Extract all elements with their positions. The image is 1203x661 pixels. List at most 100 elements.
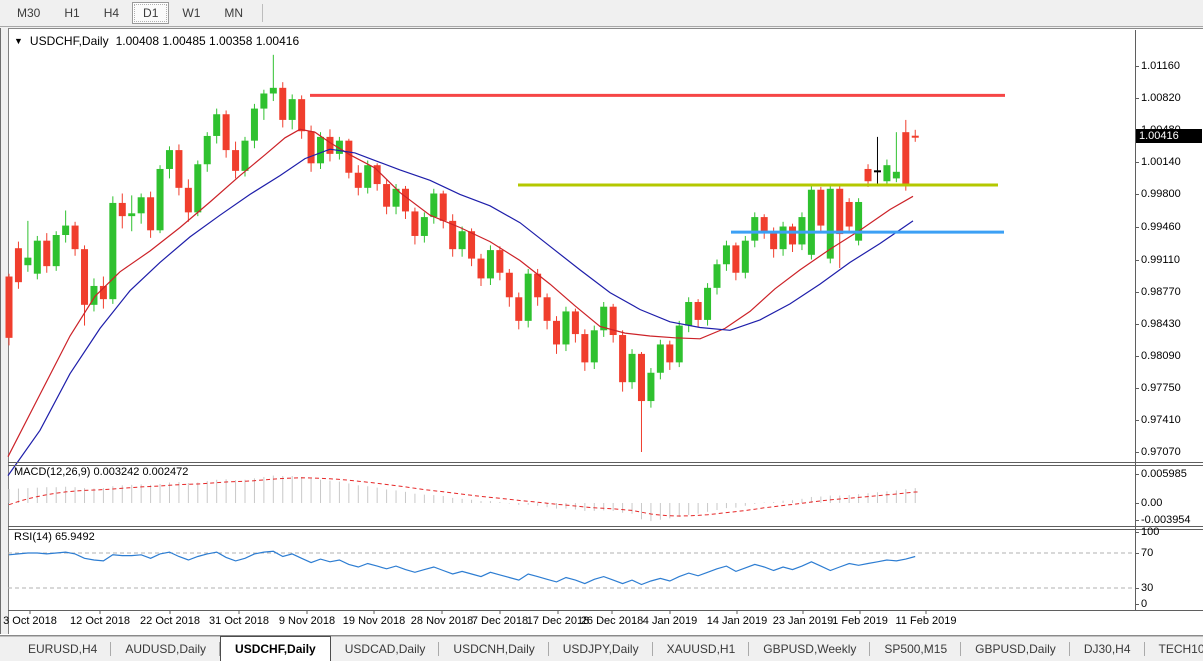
period-button-mn[interactable]: MN bbox=[213, 2, 254, 24]
candle-body bbox=[629, 354, 636, 382]
candle-body bbox=[846, 202, 853, 227]
price-axis-tick bbox=[1135, 162, 1139, 163]
candle-body bbox=[355, 173, 362, 188]
chart-tab-audusd-daily[interactable]: AUDUSD,Daily bbox=[111, 637, 220, 661]
date-axis-label: 23 Jan 2019 bbox=[773, 615, 834, 627]
candle-body bbox=[572, 311, 579, 334]
chart-tab-eurusd-h4[interactable]: EURUSD,H4 bbox=[14, 637, 111, 661]
pane-divider[interactable] bbox=[8, 529, 1203, 530]
time-axis-tick bbox=[737, 610, 738, 614]
candle-body bbox=[732, 245, 739, 272]
chart-tab-usdjpy-daily[interactable]: USDJPY,Daily bbox=[549, 637, 653, 661]
time-axis-tick bbox=[30, 610, 31, 614]
candle-body bbox=[666, 344, 673, 362]
candle-body bbox=[893, 172, 900, 179]
candle-body bbox=[15, 248, 22, 282]
candle-body bbox=[298, 99, 305, 131]
chart-tab-gbpusd-daily[interactable]: GBPUSD,Daily bbox=[961, 637, 1070, 661]
price-axis-label: 1.00820 bbox=[1141, 92, 1181, 104]
chart-tab-xauusd-h1[interactable]: XAUUSD,H1 bbox=[653, 637, 750, 661]
price-axis-tick bbox=[1135, 98, 1139, 99]
chart-tab-tech100-h1[interactable]: TECH100,H1 bbox=[1145, 637, 1203, 661]
date-axis-label: 11 Feb 2019 bbox=[896, 615, 957, 627]
candle-body bbox=[53, 235, 60, 266]
time-axis-tick bbox=[558, 610, 559, 614]
candles bbox=[6, 55, 919, 452]
date-axis-label: 28 Nov 2018 bbox=[411, 615, 473, 627]
period-button-h4[interactable]: H4 bbox=[93, 2, 130, 24]
chart-tab-dj30-h4[interactable]: DJ30,H4 bbox=[1070, 637, 1145, 661]
candle-body bbox=[562, 311, 569, 344]
candle-body bbox=[430, 193, 437, 217]
pane-divider[interactable] bbox=[8, 462, 1203, 463]
rsi-axis-tick bbox=[1135, 532, 1139, 533]
chart-tab-usdcnh-daily[interactable]: USDCNH,Daily bbox=[439, 637, 548, 661]
chart-tab-sp500-m15[interactable]: SP500,M15 bbox=[870, 637, 961, 661]
time-axis-tick bbox=[100, 610, 101, 614]
candle-body bbox=[817, 190, 824, 226]
candle-body bbox=[279, 88, 286, 120]
chart-tab-usdcad-daily[interactable]: USDCAD,Daily bbox=[331, 637, 440, 661]
price-axis-label: 0.99460 bbox=[1141, 221, 1181, 233]
time-axis-tick bbox=[860, 610, 861, 614]
candle-body bbox=[260, 93, 267, 108]
candle-body bbox=[223, 114, 230, 150]
rsi-axis-tick bbox=[1135, 588, 1139, 589]
time-axis-tick bbox=[926, 610, 927, 614]
candle-body bbox=[6, 277, 13, 338]
period-button-h1[interactable]: H1 bbox=[53, 2, 90, 24]
macd-axis-tick bbox=[1135, 520, 1139, 521]
rsi-pane[interactable] bbox=[8, 530, 1135, 609]
price-axis-label: 1.01160 bbox=[1141, 60, 1180, 72]
price-axis-label: 0.99110 bbox=[1141, 254, 1180, 266]
candle-body bbox=[544, 297, 551, 321]
rsi-axis-tick bbox=[1135, 553, 1139, 554]
macd-label: MACD(12,26,9) 0.003242 0.002472 bbox=[14, 466, 188, 478]
candle-body bbox=[657, 344, 664, 372]
price-axis-tick bbox=[1135, 194, 1139, 195]
main-price-pane[interactable] bbox=[8, 30, 1135, 462]
rsi-axis-label: 30 bbox=[1141, 582, 1153, 594]
candle-body bbox=[138, 197, 145, 213]
rsi-axis-label: 100 bbox=[1141, 526, 1159, 538]
candle-body bbox=[421, 217, 428, 236]
chart-tab-gbpusd-weekly[interactable]: GBPUSD,Weekly bbox=[749, 637, 870, 661]
candle-body bbox=[317, 137, 324, 163]
time-axis-tick bbox=[442, 610, 443, 614]
time-axis-tick bbox=[239, 610, 240, 614]
candle-body bbox=[638, 354, 645, 401]
price-axis-tick bbox=[1135, 388, 1139, 389]
candle-body bbox=[770, 231, 777, 249]
macd-axis-label: 0.005985 bbox=[1141, 468, 1187, 480]
date-axis-label: 9 Nov 2018 bbox=[279, 615, 335, 627]
price-axis-label: 0.99800 bbox=[1141, 188, 1181, 200]
pane-divider[interactable] bbox=[8, 465, 1203, 466]
period-button-m30[interactable]: M30 bbox=[6, 2, 51, 24]
price-axis-tick bbox=[1135, 292, 1139, 293]
time-axis-tick bbox=[500, 610, 501, 614]
candle-body bbox=[345, 141, 352, 173]
candle-body bbox=[525, 274, 532, 321]
candle-body bbox=[383, 184, 390, 207]
candle-body bbox=[808, 190, 815, 255]
candle-body bbox=[714, 264, 721, 288]
chart-tab-usdchf-daily[interactable]: USDCHF,Daily bbox=[220, 636, 331, 661]
candle-body bbox=[742, 241, 749, 273]
macd-signal-value: 0.002472 bbox=[142, 466, 188, 478]
period-button-w1[interactable]: W1 bbox=[171, 2, 211, 24]
pane-divider[interactable] bbox=[8, 526, 1203, 527]
candle-body bbox=[478, 259, 485, 279]
candle-body bbox=[232, 150, 239, 171]
candle-body bbox=[175, 150, 182, 188]
date-axis-label: 7 Dec 2018 bbox=[472, 615, 528, 627]
rsi-line bbox=[9, 551, 915, 584]
rsi-axis-label: 70 bbox=[1141, 547, 1153, 559]
price-axis-label: 1.00140 bbox=[1141, 156, 1181, 168]
candle-body bbox=[515, 297, 522, 321]
candle-body bbox=[751, 217, 758, 241]
candle-body bbox=[676, 326, 683, 363]
time-axis-tick bbox=[803, 610, 804, 614]
candle-body bbox=[591, 330, 598, 362]
period-button-d1[interactable]: D1 bbox=[132, 2, 169, 24]
time-axis-tick bbox=[170, 610, 171, 614]
